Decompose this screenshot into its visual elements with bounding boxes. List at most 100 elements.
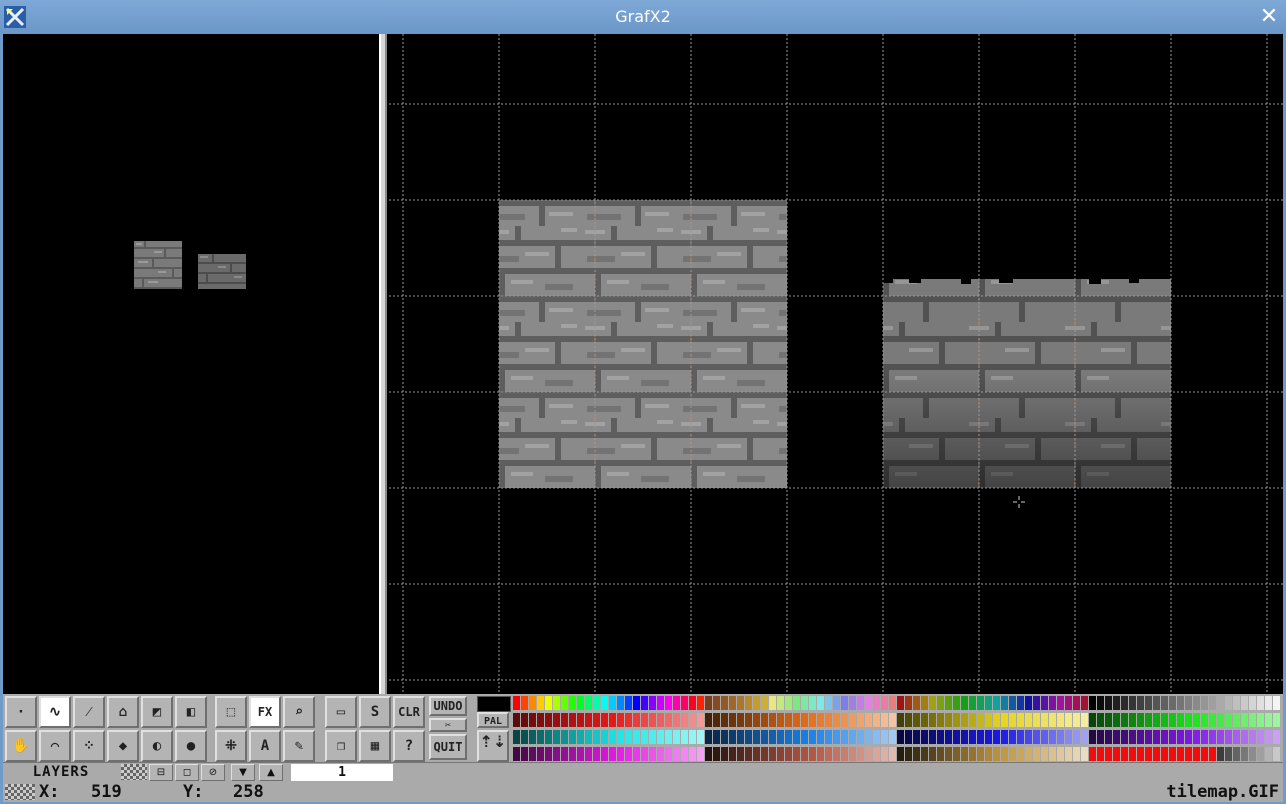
palette-swatch[interactable] — [1153, 713, 1160, 727]
palette-swatch[interactable] — [969, 730, 976, 744]
palette-swatch[interactable] — [1161, 730, 1168, 744]
palette-swatch[interactable] — [1049, 730, 1056, 744]
palette-swatch[interactable] — [1097, 730, 1104, 744]
palette-swatch[interactable] — [809, 713, 816, 727]
palette-swatch[interactable] — [993, 713, 1000, 727]
palette-swatch[interactable] — [1049, 713, 1056, 727]
palette-swatch[interactable] — [1137, 696, 1144, 710]
palette-swatch[interactable] — [1217, 730, 1224, 744]
palette-swatch[interactable] — [1129, 713, 1136, 727]
palette-swatch[interactable] — [1233, 730, 1240, 744]
palette-swatch[interactable] — [1153, 747, 1160, 761]
palette-swatch[interactable] — [601, 713, 608, 727]
palette-swatch[interactable] — [913, 747, 920, 761]
kill-button[interactable]: ✂ — [429, 718, 467, 732]
palette-swatch[interactable] — [1249, 747, 1256, 761]
zoomed-canvas[interactable] — [389, 34, 1283, 694]
palette-swatch[interactable] — [1041, 747, 1048, 761]
palette-swatch[interactable] — [1233, 713, 1240, 727]
palette-swatch[interactable] — [689, 747, 696, 761]
palette-swatch[interactable] — [537, 747, 544, 761]
palette-swatch[interactable] — [937, 730, 944, 744]
palette-swatch[interactable] — [513, 713, 520, 727]
layer-up-button[interactable]: ▲ — [259, 764, 283, 781]
palette-swatch[interactable] — [905, 696, 912, 710]
palette-swatch[interactable] — [1169, 747, 1176, 761]
palette-swatch[interactable] — [737, 713, 744, 727]
fore-back-color-indicator[interactable] — [477, 696, 511, 712]
palette-swatch[interactable] — [513, 730, 520, 744]
palette-swatch[interactable] — [513, 747, 520, 761]
palette-swatch[interactable] — [857, 747, 864, 761]
palette-swatch[interactable] — [569, 713, 576, 727]
palette-swatch[interactable] — [1097, 747, 1104, 761]
palette-swatch[interactable] — [593, 747, 600, 761]
palette-swatch[interactable] — [793, 696, 800, 710]
palette-swatch[interactable] — [1209, 747, 1216, 761]
palette-swatch[interactable] — [1233, 696, 1240, 710]
palette-swatch[interactable] — [553, 696, 560, 710]
palette-swatch[interactable] — [521, 747, 528, 761]
palette-swatch[interactable] — [1081, 696, 1088, 710]
palette-swatch[interactable] — [969, 747, 976, 761]
palette-swatch[interactable] — [1065, 730, 1072, 744]
palette-swatch[interactable] — [665, 713, 672, 727]
palette-swatch[interactable] — [1041, 696, 1048, 710]
palette-swatch[interactable] — [785, 696, 792, 710]
palette-swatch[interactable] — [801, 730, 808, 744]
palette-swatch[interactable] — [1057, 747, 1064, 761]
palette-swatch[interactable] — [713, 730, 720, 744]
palette-swatch[interactable] — [1089, 696, 1096, 710]
palette-swatch[interactable] — [673, 730, 680, 744]
palette-swatch[interactable] — [809, 696, 816, 710]
sphere-tool[interactable]: ● — [175, 730, 207, 762]
palette-swatch[interactable] — [649, 713, 656, 727]
palette-swatch[interactable] — [1169, 696, 1176, 710]
palette-swatch[interactable] — [833, 730, 840, 744]
palette-swatch[interactable] — [833, 713, 840, 727]
palette-swatch[interactable] — [1257, 696, 1264, 710]
palette-swatch[interactable] — [625, 713, 632, 727]
palette-swatch[interactable] — [1249, 696, 1256, 710]
palette-swatch[interactable] — [897, 713, 904, 727]
palette-swatch[interactable] — [1161, 696, 1168, 710]
layer-merge-button[interactable]: ⊟ — [149, 764, 173, 781]
palette-swatch[interactable] — [1177, 747, 1184, 761]
palette-swatch[interactable] — [1273, 696, 1280, 710]
palette-swatch[interactable] — [1137, 730, 1144, 744]
palette-swatch[interactable] — [809, 730, 816, 744]
palette-swatch[interactable] — [881, 696, 888, 710]
palette-swatch[interactable] — [577, 730, 584, 744]
palette-swatch[interactable] — [633, 747, 640, 761]
palette-swatch[interactable] — [609, 713, 616, 727]
palette-swatch[interactable] — [1129, 730, 1136, 744]
palette-swatch[interactable] — [577, 747, 584, 761]
palette-swatch[interactable] — [769, 696, 776, 710]
palette-swatch[interactable] — [721, 713, 728, 727]
palette-swatch[interactable] — [545, 730, 552, 744]
dot-brush-tool[interactable]: · — [5, 696, 37, 728]
palette-swatch[interactable] — [601, 696, 608, 710]
palette-swatch[interactable] — [1065, 713, 1072, 727]
rect-tool[interactable]: ◧ — [175, 696, 207, 728]
palette-swatch[interactable] — [1217, 713, 1224, 727]
palette-swatch[interactable] — [729, 713, 736, 727]
pan-tool[interactable]: ✋ — [5, 730, 37, 762]
palette-swatch[interactable] — [889, 730, 896, 744]
palette-swatch[interactable] — [1025, 713, 1032, 727]
palette-swatch[interactable] — [1017, 730, 1024, 744]
palette-swatch[interactable] — [777, 696, 784, 710]
color-palette[interactable] — [511, 694, 1283, 762]
palette-swatch[interactable] — [825, 730, 832, 744]
palette-swatch[interactable] — [1097, 696, 1104, 710]
palette-swatch[interactable] — [1073, 730, 1080, 744]
palette-swatch[interactable] — [1177, 730, 1184, 744]
palette-swatch[interactable] — [817, 713, 824, 727]
palette-swatch[interactable] — [705, 747, 712, 761]
palette-swatch[interactable] — [953, 696, 960, 710]
palette-swatch[interactable] — [1233, 747, 1240, 761]
palette-swatch[interactable] — [601, 747, 608, 761]
palette-swatch[interactable] — [897, 696, 904, 710]
palette-swatch[interactable] — [825, 696, 832, 710]
palette-swatch[interactable] — [529, 696, 536, 710]
